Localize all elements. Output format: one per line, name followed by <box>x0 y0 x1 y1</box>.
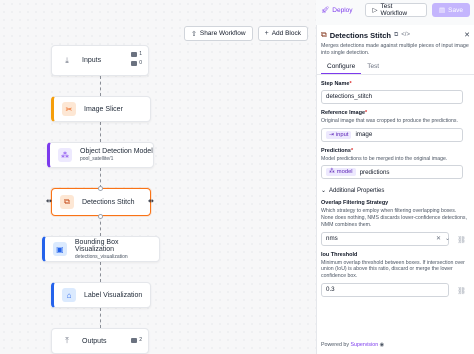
panel-header: ⧉ Detections Stitch ⧉ </> ✕ <box>321 30 470 40</box>
edge <box>100 122 101 142</box>
scissors-icon: ✂ <box>62 102 76 116</box>
image-icon <box>131 51 138 57</box>
link-icon: ⇥ <box>329 131 334 138</box>
test-workflow-button[interactable]: ▷ Test Workflow <box>364 3 428 17</box>
node-handle-top[interactable] <box>98 186 103 191</box>
panel-description: Merges detections made against multiple … <box>321 43 469 56</box>
save-button[interactable]: ▤ Save <box>432 3 470 17</box>
stitch-icon: ⧉ <box>60 195 74 209</box>
outputs-node[interactable]: ⤒ Outputs 2 <box>51 328 149 354</box>
tab-test[interactable]: Test <box>361 61 385 74</box>
predictions-label: Predictions* <box>321 147 354 154</box>
link-icon[interactable]: ⛓ <box>457 236 466 244</box>
tab-configure[interactable]: Configure <box>321 61 362 74</box>
workflow-canvas[interactable]: ⇧ Share Workflow + Add Block ⤓ Inputs 1 … <box>0 0 316 354</box>
edge <box>100 308 101 328</box>
panel-footer: Powered by Supervision ◉ <box>321 342 385 348</box>
input-chip: ⇥ input <box>326 130 352 139</box>
step-name-input[interactable]: detections_stitch <box>321 89 463 104</box>
output-icon <box>131 337 138 343</box>
link-icon[interactable]: ⛓ <box>457 287 466 295</box>
config-form: Step Name* detections_stitch Reference I… <box>317 81 474 297</box>
reference-image-label: Reference Image* <box>321 109 368 116</box>
stitch-icon: ⧉ <box>321 30 327 39</box>
image-slicer-node[interactable]: ✂ Image Slicer <box>51 96 151 122</box>
iou-threshold-label: Iou Threshold <box>321 251 358 258</box>
parameter-icon <box>131 60 138 66</box>
overlap-filtering-label: Overlap Filtering Strategy <box>321 200 389 207</box>
plus-icon: + <box>264 30 269 37</box>
panel-tabs: Configure Test <box>317 57 474 75</box>
edge <box>100 262 101 282</box>
additional-properties-toggle[interactable]: ⌄ Additional Properties <box>321 187 470 195</box>
canvas-toolbar: ⇧ Share Workflow + Add Block <box>183 26 308 41</box>
add-block-button[interactable]: + Add Block <box>257 26 308 41</box>
save-icon: ▤ <box>439 7 446 14</box>
upload-icon: ⤒ <box>65 336 69 345</box>
share-icon: ⇧ <box>190 30 197 38</box>
overlap-filtering-select[interactable]: nms <box>321 231 449 246</box>
clear-icon[interactable]: ✕ <box>436 235 441 242</box>
predictions-selector[interactable]: ⁂ model predictions <box>321 165 463 180</box>
bounding-box-visualization-node[interactable]: ▣ Bounding Box Visualization detections_… <box>42 236 160 262</box>
rocket-icon: 🚀︎ <box>321 7 330 14</box>
inputs-node[interactable]: ⤓ Inputs 1 0 <box>51 45 149 76</box>
copy-icon[interactable]: ⧉ <box>394 32 398 39</box>
block-config-panel: ⧉ Detections Stitch ⧉ </> ✕ Merges detec… <box>316 25 474 354</box>
close-icon[interactable]: ✕ <box>464 31 470 39</box>
reference-image-selector[interactable]: ⇥ input image <box>321 127 463 142</box>
drag-left-icon[interactable]: ⇹ <box>46 197 52 205</box>
share-workflow-button[interactable]: ⇧ Share Workflow <box>183 26 253 41</box>
model-icon: ⁂ <box>58 148 72 162</box>
label-visualization-node[interactable]: ⌂ Label Visualization <box>51 282 151 308</box>
model-icon: ⁂ <box>329 169 335 176</box>
model-chip: ⁂ model <box>326 168 356 177</box>
supervision-link[interactable]: Supervision <box>350 342 378 348</box>
github-icon[interactable]: ◉ <box>380 342 385 348</box>
play-icon: ▷ <box>372 7 378 14</box>
tag-icon: ⌂ <box>62 288 76 302</box>
inputs-badges: 1 0 <box>131 51 142 66</box>
detections-stitch-node[interactable]: ⧉ Detections Stitch <box>51 188 151 216</box>
code-icon[interactable]: </> <box>401 32 410 38</box>
outputs-badges: 2 <box>131 337 142 343</box>
download-icon: ⤓ <box>65 55 69 65</box>
edge <box>100 76 101 96</box>
node-handle-bottom[interactable] <box>98 214 103 219</box>
edge <box>100 168 101 188</box>
bounding-box-icon: ▣ <box>53 242 67 256</box>
top-action-bar: 🚀︎ Deploy ▷ Test Workflow ▤ Save <box>314 0 474 20</box>
iou-threshold-input[interactable]: 0.3 <box>321 282 449 297</box>
drag-right-icon[interactable]: ⇹ <box>148 197 154 205</box>
deploy-button[interactable]: 🚀︎ Deploy <box>314 3 360 17</box>
chevron-down-icon: ⌄ <box>321 188 327 195</box>
edge <box>100 216 101 236</box>
chevron-down-icon[interactable]: ⌄ <box>445 235 450 242</box>
step-name-label: Step Name* <box>321 80 352 87</box>
object-detection-node[interactable]: ⁂ Object Detection Model pool_satellite/… <box>47 142 154 168</box>
